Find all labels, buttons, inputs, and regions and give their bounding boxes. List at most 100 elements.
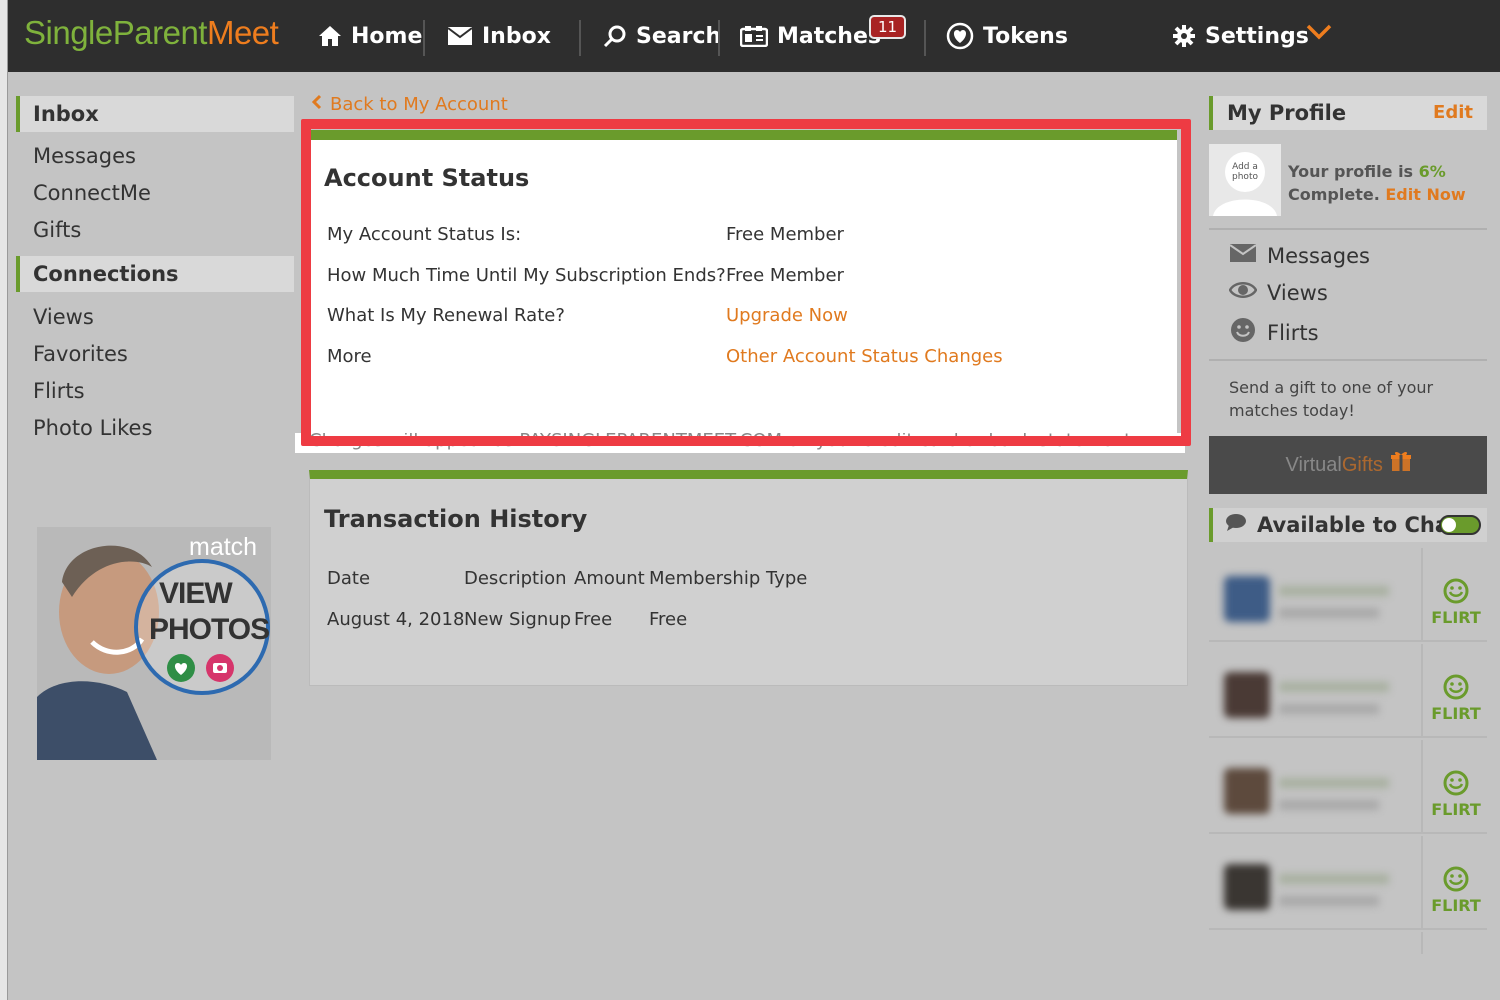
nav-matches[interactable]: Matches bbox=[740, 0, 881, 72]
edit-now-link[interactable]: Edit Now bbox=[1385, 185, 1465, 204]
flirt-label: FLIRT bbox=[1431, 896, 1481, 915]
nav-search-label: Search bbox=[636, 23, 722, 49]
column-header: Date bbox=[327, 568, 371, 589]
table-cell: Free bbox=[574, 609, 613, 630]
flirt-label: FLIRT bbox=[1431, 704, 1481, 723]
envelope-icon bbox=[447, 26, 473, 46]
chat-header-label: Available to Chat bbox=[1257, 513, 1460, 537]
matches-icon bbox=[740, 25, 768, 47]
divider bbox=[1421, 740, 1423, 834]
back-to-account-link[interactable]: Back to My Account bbox=[311, 94, 508, 115]
my-profile-title: My Profile bbox=[1227, 101, 1347, 125]
nav-divider bbox=[423, 20, 425, 56]
user-info-blurred bbox=[1279, 704, 1379, 714]
user-photo bbox=[1224, 864, 1270, 910]
user-photo bbox=[1224, 576, 1270, 622]
right-sidebar: My Profile Edit Add a photo Your profile… bbox=[1209, 96, 1487, 954]
nav-search[interactable]: Search bbox=[603, 0, 721, 72]
home-icon bbox=[318, 25, 342, 47]
chat-user-row[interactable]: FLIRT bbox=[1209, 836, 1487, 930]
nav-home-label: Home bbox=[351, 23, 423, 49]
left-sidebar: Inbox Messages ConnectMe Gifts Connectio… bbox=[16, 96, 294, 447]
sidebar-item-gifts[interactable]: Gifts bbox=[16, 212, 294, 249]
brand-logo-part1: SingleParent bbox=[24, 14, 207, 51]
eye-icon bbox=[1228, 280, 1258, 305]
nav-divider bbox=[718, 20, 720, 56]
search-icon bbox=[603, 24, 627, 48]
sidebar-item-messages[interactable]: Messages bbox=[16, 138, 294, 175]
avatar[interactable]: Add a photo bbox=[1209, 144, 1281, 216]
panel-title: Transaction History bbox=[324, 505, 588, 533]
gear-icon bbox=[1172, 24, 1196, 48]
match-advertisement[interactable]: match VIEW PHOTOS bbox=[37, 527, 271, 760]
nav-home[interactable]: Home bbox=[318, 0, 422, 72]
smiley-icon bbox=[1229, 317, 1257, 348]
gift-icon bbox=[1390, 437, 1411, 495]
flirt-smiley-icon bbox=[1431, 866, 1481, 892]
divider bbox=[1421, 932, 1423, 954]
table-cell: August 4, 2018 bbox=[327, 609, 465, 630]
edit-profile-link[interactable]: Edit bbox=[1433, 96, 1473, 130]
sidebar-item-favorites[interactable]: Favorites bbox=[16, 336, 294, 373]
sidebar-header-inbox[interactable]: Inbox bbox=[16, 96, 294, 132]
profile-link-views[interactable]: Views bbox=[1228, 280, 1328, 305]
matches-count-badge: 11 bbox=[869, 15, 907, 39]
divider bbox=[1421, 836, 1423, 930]
flirt-smiley-icon bbox=[1431, 770, 1481, 796]
flirt-smiley-icon bbox=[1431, 578, 1481, 604]
link-label: Views bbox=[1267, 280, 1328, 305]
nav-divider bbox=[924, 20, 926, 56]
flirt-smiley-icon bbox=[1431, 674, 1481, 700]
flirt-button[interactable]: FLIRT bbox=[1431, 866, 1481, 915]
sidebar-header-connections[interactable]: Connections bbox=[16, 256, 294, 292]
virtual-gifts-banner[interactable]: VirtualGifts bbox=[1209, 436, 1487, 494]
flirt-button[interactable]: FLIRT bbox=[1431, 770, 1481, 819]
user-info-blurred bbox=[1279, 608, 1379, 618]
ad-line2: PHOTOS bbox=[149, 613, 270, 646]
column-header: Description bbox=[464, 568, 567, 589]
flirt-button[interactable]: FLIRT bbox=[1431, 578, 1481, 627]
nav-settings[interactable]: Settings bbox=[1172, 0, 1309, 72]
profile-link-messages[interactable]: Messages bbox=[1229, 243, 1370, 268]
envelope-icon bbox=[1229, 243, 1257, 268]
brand-logo[interactable]: SingleParentMeet bbox=[24, 14, 279, 52]
chat-user-row[interactable]: FLIRT bbox=[1209, 740, 1487, 834]
sidebar-item-views[interactable]: Views bbox=[16, 299, 294, 336]
chevron-left-icon bbox=[311, 94, 322, 115]
user-name-blurred bbox=[1279, 682, 1389, 692]
chat-availability-toggle[interactable] bbox=[1439, 515, 1481, 535]
nav-tokens-label: Tokens bbox=[983, 23, 1068, 49]
sidebar-item-connectme[interactable]: ConnectMe bbox=[16, 175, 294, 212]
chevron-down-icon[interactable] bbox=[1306, 24, 1332, 44]
nav-tokens[interactable]: Tokens bbox=[946, 0, 1068, 72]
profile-link-flirts[interactable]: Flirts bbox=[1229, 317, 1319, 348]
divider bbox=[1209, 359, 1487, 361]
available-to-chat-header: Available to Chat bbox=[1209, 508, 1487, 542]
user-photo bbox=[1224, 768, 1270, 814]
link-label: Messages bbox=[1267, 243, 1370, 268]
user-info-blurred bbox=[1279, 896, 1379, 906]
browser-edge bbox=[0, 0, 8, 1000]
ad-line1: VIEW bbox=[159, 577, 233, 610]
sidebar-item-photo-likes[interactable]: Photo Likes bbox=[16, 410, 294, 447]
nav-inbox-label: Inbox bbox=[482, 23, 551, 49]
chat-user-row[interactable]: FLIRT bbox=[1209, 644, 1487, 738]
link-label: Flirts bbox=[1267, 320, 1319, 345]
chat-user-row[interactable] bbox=[1209, 932, 1487, 954]
nav-inbox[interactable]: Inbox bbox=[447, 0, 551, 72]
profile-percent: 6% bbox=[1418, 162, 1446, 181]
brand-logo-part2: Meet bbox=[206, 14, 279, 51]
flirt-button[interactable]: FLIRT bbox=[1431, 674, 1481, 723]
user-photo bbox=[1224, 672, 1270, 718]
virtual-gifts-part2: Gifts bbox=[1341, 454, 1383, 476]
chat-user-row[interactable]: FLIRT bbox=[1209, 548, 1487, 642]
divider bbox=[1421, 644, 1423, 738]
back-link-label: Back to My Account bbox=[330, 94, 508, 115]
flirt-label: FLIRT bbox=[1431, 800, 1481, 819]
chat-bubble-icon bbox=[1225, 509, 1247, 543]
add-photo-label: Add a photo bbox=[1232, 162, 1258, 182]
table-cell: New Signup bbox=[464, 609, 572, 630]
profile-text-2: Complete. bbox=[1288, 185, 1380, 204]
sidebar-item-flirts[interactable]: Flirts bbox=[16, 373, 294, 410]
divider bbox=[1421, 548, 1423, 642]
